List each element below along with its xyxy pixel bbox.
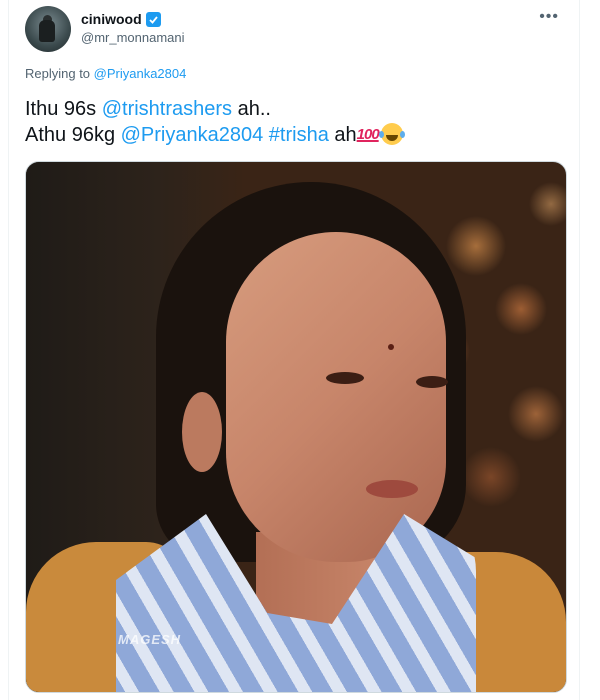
photo-lips — [366, 480, 418, 498]
tears-of-joy-emoji-icon — [378, 123, 403, 145]
author-avatar[interactable] — [25, 6, 71, 52]
tweet-media-image[interactable]: MAGESH — [25, 161, 567, 693]
author-name-row[interactable]: ciniwood — [81, 11, 161, 27]
author-handle[interactable]: @mr_monnamani — [81, 30, 185, 45]
verified-badge-icon — [145, 11, 161, 27]
verified-check-icon — [149, 15, 158, 24]
replying-to: Replying to @Priyanka2804 — [25, 66, 186, 81]
photo-face — [226, 232, 446, 562]
photo-watermark: MAGESH — [118, 632, 182, 647]
line2-prefix: Athu 96kg — [25, 124, 121, 146]
photo-ear — [182, 392, 222, 472]
tweet-header: ciniwood @mr_monnamani ••• — [25, 6, 563, 54]
tweet-text-line-2: Athu 96kg @Priyanka2804 #trisha ah100 — [25, 122, 563, 148]
author-display-name[interactable]: ciniwood — [81, 11, 142, 27]
line1-suffix: ah.. — [232, 98, 271, 120]
tweet-card[interactable]: ciniwood @mr_monnamani ••• Replying to @… — [8, 0, 580, 700]
tweet-text: Ithu 96s @trishtrashers ah.. Athu 96kg @… — [25, 96, 563, 148]
mention-trishtrashers[interactable]: @trishtrashers — [102, 98, 232, 120]
photo-eye-left — [326, 372, 364, 384]
photo-bindi — [388, 344, 394, 350]
avatar-figure — [39, 20, 55, 42]
replying-prefix: Replying to — [25, 66, 94, 81]
replying-mention-link[interactable]: @Priyanka2804 — [94, 66, 187, 81]
tweet-text-line-1: Ithu 96s @trishtrashers ah.. — [25, 96, 563, 122]
line1-prefix: Ithu 96s — [25, 98, 102, 120]
mention-priyanka2804[interactable]: @Priyanka2804 — [121, 124, 264, 146]
hashtag-trisha[interactable]: #trisha — [269, 124, 329, 146]
more-options-icon[interactable]: ••• — [539, 9, 559, 25]
line2-suffix: ah — [328, 124, 357, 146]
photo-eye-right — [416, 376, 448, 388]
hundred-points-emoji-icon: 100 — [356, 126, 380, 143]
